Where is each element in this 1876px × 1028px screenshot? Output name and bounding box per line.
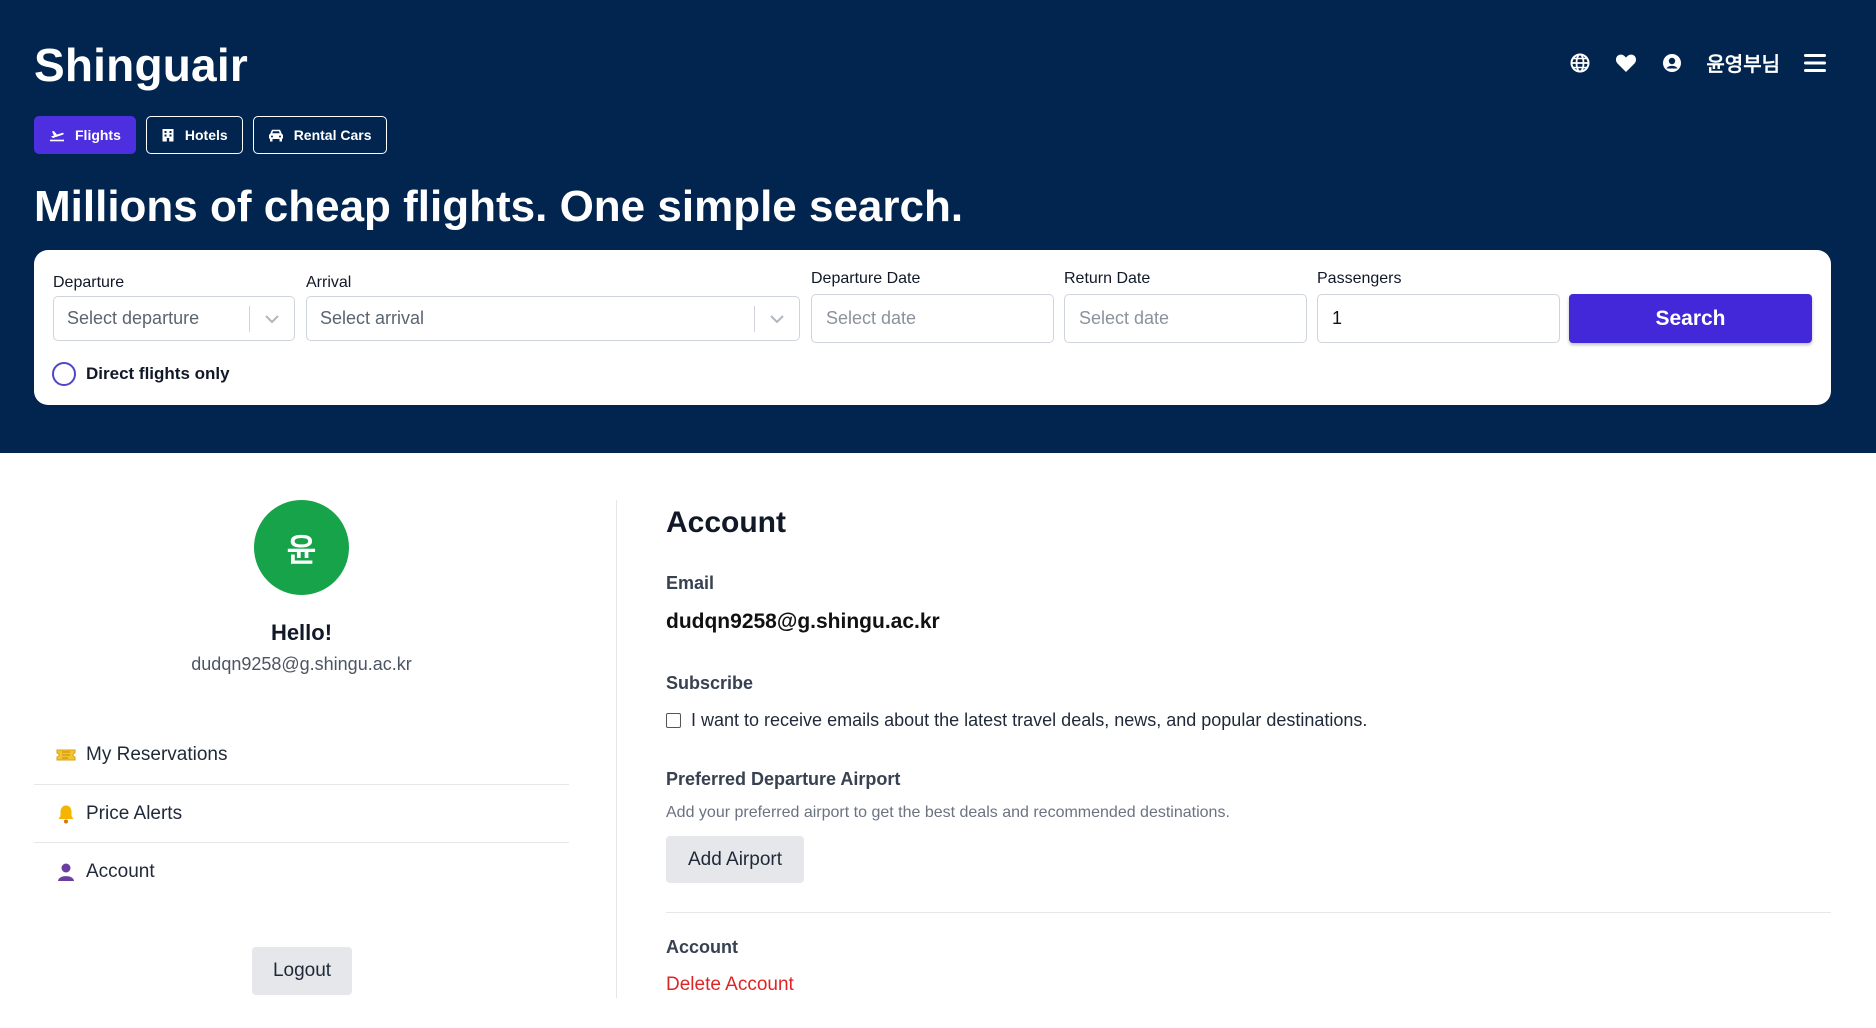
passengers-input[interactable]: 1	[1317, 294, 1560, 343]
sidebar-item-label: My Reservations	[86, 744, 228, 765]
sidebar-email: dudqn9258@g.shingu.ac.kr	[191, 654, 412, 674]
car-icon	[268, 129, 283, 141]
hamburger-menu-icon[interactable]	[1802, 51, 1828, 75]
tab-hotels[interactable]: Hotels	[145, 116, 243, 154]
heart-icon[interactable]	[1614, 51, 1638, 75]
sidebar-item-label: Price Alerts	[86, 803, 183, 824]
account-section-label: Account	[666, 937, 738, 957]
header-actions: 윤영부님	[1568, 48, 1828, 77]
passengers-label: Passengers	[1317, 270, 1402, 287]
departure-label: Departure	[53, 274, 125, 291]
flight-search-form: Departure Select departure Arrival Selec…	[34, 250, 1831, 405]
category-tabs: Flights Hotels Rental Cars	[34, 116, 387, 154]
arrival-label: Arrival	[306, 274, 352, 291]
return-date-label: Return Date	[1064, 270, 1151, 287]
tab-label: Flights	[75, 127, 121, 143]
direct-flights-toggle[interactable]: Direct flights only	[52, 362, 230, 386]
departure-select[interactable]: Select departure	[53, 296, 295, 341]
preferred-airport-label: Preferred Departure Airport	[666, 769, 901, 789]
email-label: Email	[666, 573, 715, 593]
sidebar-item-account[interactable]: Account	[34, 843, 569, 901]
page-title: Account	[666, 506, 786, 539]
subscribe-text: I want to receive emails about the lates…	[691, 710, 1368, 730]
brand-logo[interactable]: Shinguair	[34, 38, 248, 92]
logout-button[interactable]: Logout	[252, 947, 352, 995]
avatar: 윤	[254, 500, 349, 595]
hero-header: Shinguair 윤영부님 Flights Hotels Rental Car…	[0, 0, 1876, 453]
departure-placeholder: Select departure	[67, 308, 200, 328]
direct-flights-checkbox[interactable]	[52, 362, 76, 386]
arrival-select[interactable]: Select arrival	[306, 296, 800, 341]
user-icon[interactable]	[1660, 51, 1684, 75]
tab-label: Rental Cars	[293, 127, 372, 143]
greeting: Hello!	[270, 620, 333, 645]
delete-account-link[interactable]: Delete Account	[666, 974, 794, 996]
vertical-divider	[616, 500, 617, 998]
bell-icon	[56, 804, 76, 824]
hero-headline: Millions of cheap flights. One simple se…	[34, 182, 964, 231]
subscribe-row: I want to receive emails about the lates…	[666, 710, 1367, 731]
return-date-input[interactable]: Select date	[1064, 294, 1307, 343]
chevron-down-icon[interactable]	[755, 314, 799, 324]
subscribe-label: Subscribe	[666, 673, 754, 693]
departure-date-label: Departure Date	[811, 270, 921, 287]
sidebar-item-my-reservations[interactable]: My Reservations	[34, 726, 569, 784]
tab-label: Hotels	[184, 127, 228, 143]
preferred-airport-description: Add your preferred airport to get the be…	[666, 804, 1230, 821]
departure-date-input[interactable]: Select date	[811, 294, 1054, 343]
hotel-icon	[162, 129, 174, 142]
arrival-placeholder: Select arrival	[320, 308, 425, 328]
email-value: dudqn9258@g.shingu.ac.kr	[666, 610, 940, 633]
search-button[interactable]: Search	[1569, 294, 1812, 343]
subscribe-checkbox[interactable]	[666, 713, 681, 728]
sidebar-item-price-alerts[interactable]: Price Alerts	[34, 785, 569, 843]
sidebar-item-label: Account	[86, 861, 155, 882]
tab-rental-cars[interactable]: Rental Cars	[252, 116, 387, 154]
person-icon	[56, 862, 76, 882]
divider	[666, 912, 1831, 913]
user-name[interactable]: 윤영부님	[1706, 48, 1780, 77]
globe-icon[interactable]	[1568, 51, 1592, 75]
direct-flights-label: Direct flights only	[86, 364, 230, 383]
add-airport-button[interactable]: Add Airport	[666, 836, 804, 883]
ticket-icon	[56, 748, 76, 762]
tab-flights[interactable]: Flights	[34, 116, 136, 154]
chevron-down-icon[interactable]	[250, 314, 294, 324]
plane-icon	[50, 131, 64, 142]
